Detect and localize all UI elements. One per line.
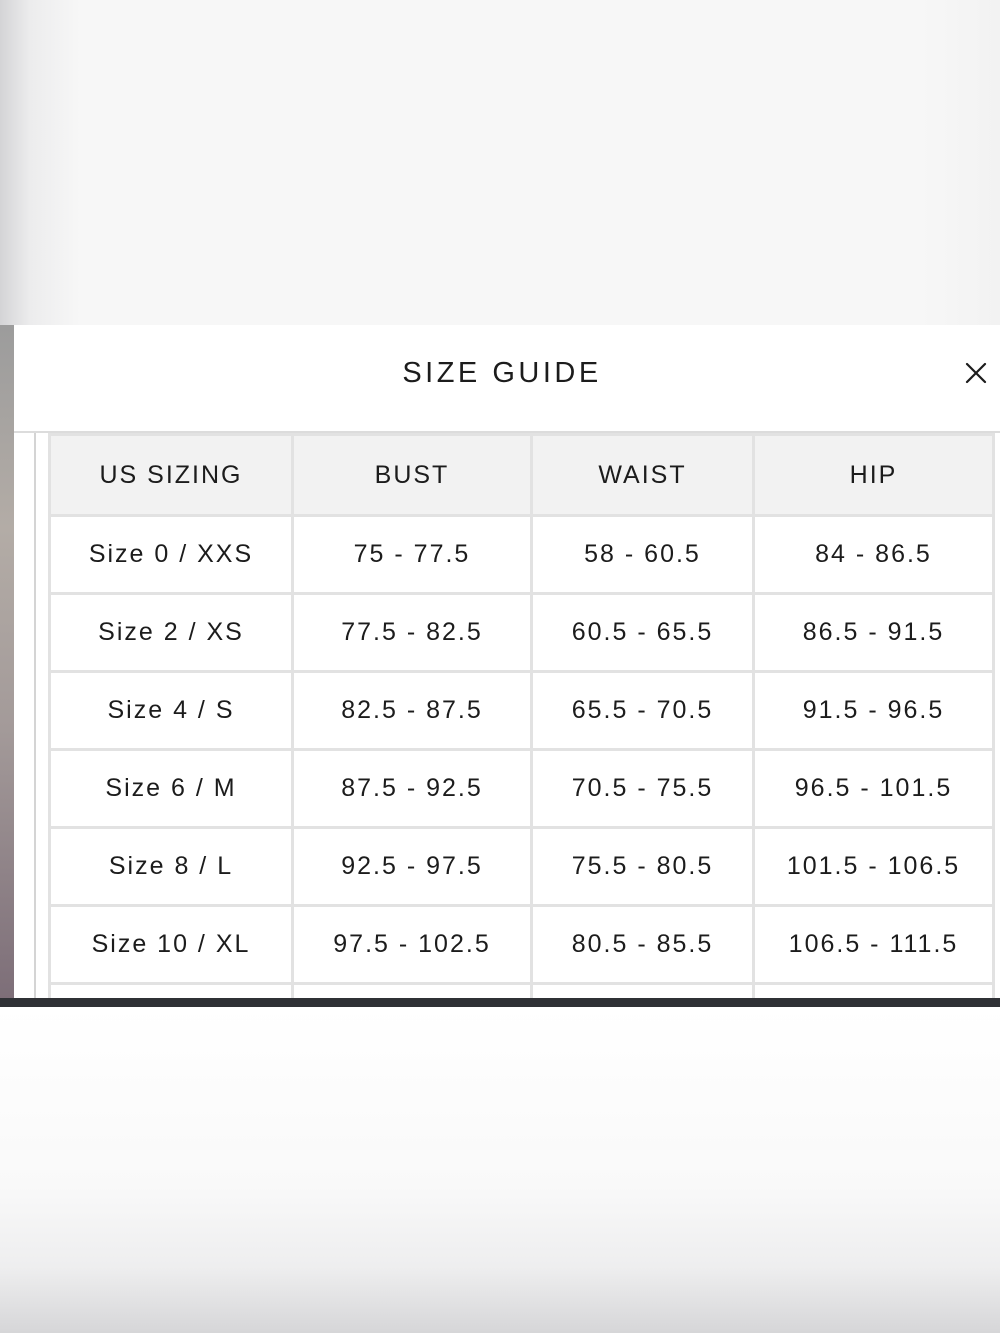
modal-title: SIZE GUIDE <box>402 357 602 389</box>
hip-cell: 106.5 - 111.5 <box>752 904 995 985</box>
bottom-divider-bar <box>0 998 1000 1007</box>
waist-cell: 70.5 - 75.5 <box>530 748 755 829</box>
column-header-bust: BUST <box>291 433 533 517</box>
page-background-bottom <box>0 1007 1000 1333</box>
bust-cell: 97.5 - 102.5 <box>291 904 533 985</box>
size-cell: Size 0 / XXS <box>48 514 294 595</box>
column-header-us-sizing: US SIZING <box>48 433 294 517</box>
hip-cell: 91.5 - 96.5 <box>752 670 995 751</box>
size-cell: Size 6 / M <box>48 748 294 829</box>
size-cell: Size 4 / S <box>48 670 294 751</box>
size-cell: Size 2 / XS <box>48 592 294 673</box>
table-row: Size 2 / XS 77.5 - 82.5 60.5 - 65.5 86.5… <box>48 592 995 673</box>
bust-cell: 77.5 - 82.5 <box>291 592 533 673</box>
table-header-row: US SIZING BUST WAIST HIP <box>48 433 995 517</box>
background-image-edge <box>0 325 14 1000</box>
column-header-waist: WAIST <box>530 433 755 517</box>
waist-cell: 58 - 60.5 <box>530 514 755 595</box>
table-row: Size 6 / M 87.5 - 92.5 70.5 - 75.5 96.5 … <box>48 748 995 829</box>
close-icon <box>965 362 987 384</box>
table-row: Size 4 / S 82.5 - 87.5 65.5 - 70.5 91.5 … <box>48 670 995 751</box>
size-cell: Size 10 / XL <box>48 904 294 985</box>
bust-cell: 82.5 - 87.5 <box>291 670 533 751</box>
hip-cell: 101.5 - 106.5 <box>752 826 995 907</box>
bust-cell: 75 - 77.5 <box>291 514 533 595</box>
waist-cell: 75.5 - 80.5 <box>530 826 755 907</box>
column-header-hip: HIP <box>752 433 995 517</box>
waist-cell: 60.5 - 65.5 <box>530 592 755 673</box>
size-table: US SIZING BUST WAIST HIP Size 0 / XXS 75… <box>48 433 995 1000</box>
size-guide-modal: SIZE GUIDE US SIZING BUST WAIST HIP Size… <box>14 325 1000 1000</box>
waist-cell: 65.5 - 70.5 <box>530 670 755 751</box>
waist-cell: 80.5 - 85.5 <box>530 904 755 985</box>
page-background-top <box>0 0 1000 325</box>
bust-cell: 92.5 - 97.5 <box>291 826 533 907</box>
hip-cell: 96.5 - 101.5 <box>752 748 995 829</box>
close-button[interactable] <box>958 355 994 391</box>
size-cell: Size 8 / L <box>48 826 294 907</box>
table-row: Size 0 / XXS 75 - 77.5 58 - 60.5 84 - 86… <box>48 514 995 595</box>
table-row: Size 8 / L 92.5 - 97.5 75.5 - 80.5 101.5… <box>48 826 995 907</box>
table-row: Size 10 / XL 97.5 - 102.5 80.5 - 85.5 10… <box>48 904 995 985</box>
modal-header: SIZE GUIDE <box>14 325 1000 433</box>
hip-cell: 86.5 - 91.5 <box>752 592 995 673</box>
bust-cell: 87.5 - 92.5 <box>291 748 533 829</box>
hip-cell: 84 - 86.5 <box>752 514 995 595</box>
